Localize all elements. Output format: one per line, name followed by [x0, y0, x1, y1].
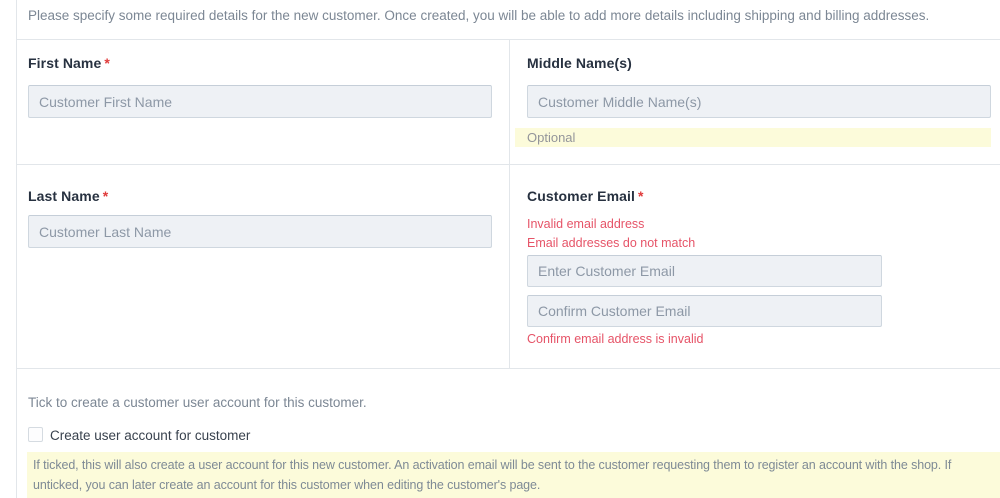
customer-email-input[interactable] — [527, 255, 882, 287]
panel-left-border — [16, 0, 17, 498]
customer-email-label: Customer Email * — [527, 188, 644, 204]
account-note: If ticked, this will also create a user … — [27, 452, 1000, 498]
new-customer-form: Please specify some required details for… — [0, 0, 1000, 498]
intro-text: Please specify some required details for… — [28, 8, 930, 23]
last-name-required-asterisk: * — [102, 188, 109, 204]
first-name-required-asterisk: * — [104, 55, 110, 71]
first-name-input[interactable] — [28, 85, 492, 118]
confirm-email-error: Confirm email address is invalid — [527, 332, 704, 346]
divider-row-1-2 — [16, 164, 1000, 165]
divider-under-intro — [16, 39, 1000, 40]
customer-email-label-text: Customer Email — [527, 188, 635, 204]
create-user-account-label[interactable]: Create user account for customer — [50, 428, 250, 443]
divider-grid-bottom — [16, 368, 1000, 369]
last-name-label-text: Last Name — [28, 188, 100, 204]
column-divider — [509, 39, 510, 368]
email-error-no-match: Email addresses do not match — [527, 236, 696, 250]
first-name-label: First Name * — [28, 55, 110, 71]
last-name-label: Last Name * — [28, 188, 108, 204]
confirm-email-input[interactable] — [527, 295, 882, 327]
middle-name-label-text: Middle Name(s) — [527, 55, 632, 71]
email-error-invalid: Invalid email address — [527, 217, 645, 231]
last-name-input[interactable] — [28, 215, 492, 248]
middle-name-label: Middle Name(s) — [527, 55, 632, 71]
middle-name-optional-hint: Optional — [515, 128, 991, 147]
middle-name-input[interactable] — [527, 85, 991, 118]
create-user-account-checkbox[interactable] — [28, 427, 43, 442]
customer-email-required-asterisk: * — [638, 188, 644, 204]
account-instruction-text: Tick to create a customer user account f… — [28, 395, 367, 410]
first-name-label-text: First Name — [28, 55, 102, 71]
